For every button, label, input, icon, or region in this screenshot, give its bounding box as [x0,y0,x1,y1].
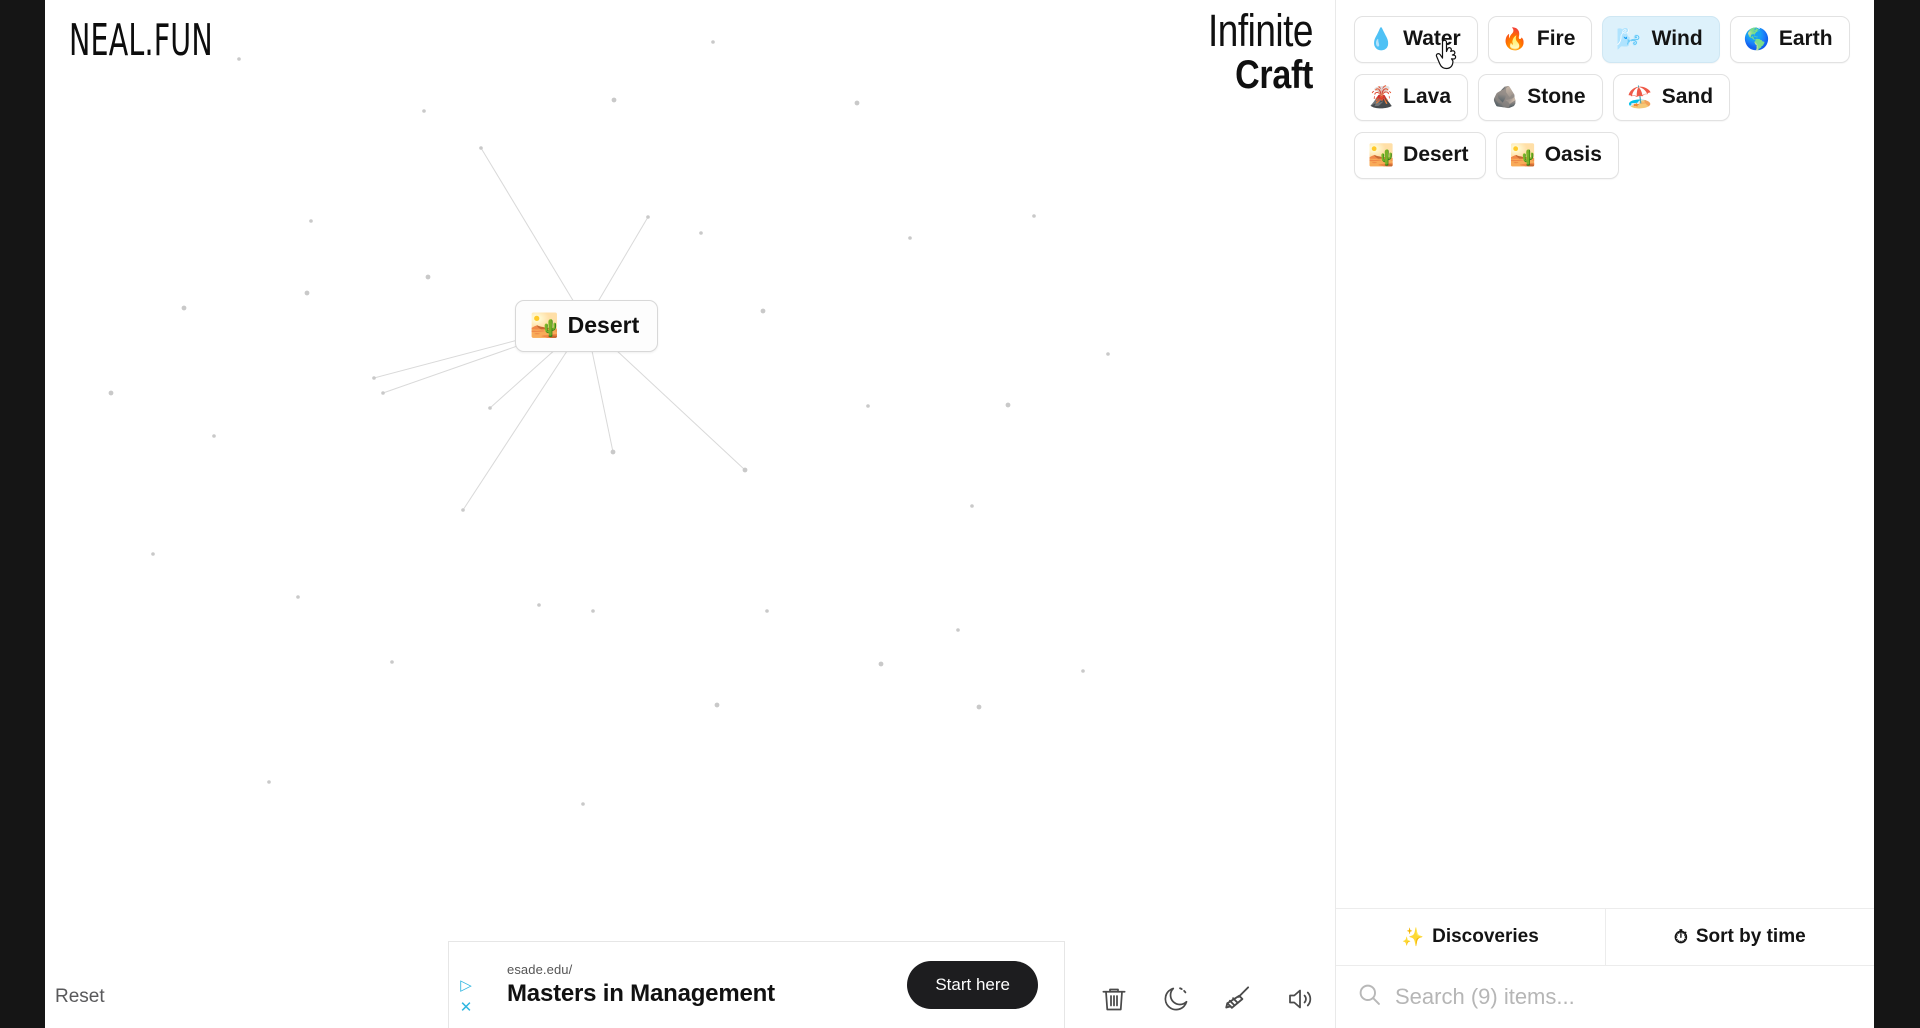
item-chip-oasis[interactable]: 🏜️ Oasis [1495,132,1619,179]
item-emoji-icon: 🏜️ [1368,143,1395,167]
app-viewport: NEAL.FUN Infinite Craft 🏜️ Desert Reset ▷… [45,0,1874,1028]
moon-icon[interactable] [1157,980,1195,1018]
item-emoji-icon: 🏖️ [1626,85,1653,109]
item-emoji-icon: 🌎 [1743,27,1770,51]
tab-sort-by-time[interactable]: ⏱ Sort by time [1604,909,1874,965]
item-chip-fire[interactable]: 🔥 Fire [1487,16,1593,63]
neal-fun-logo[interactable]: NEAL.FUN [69,14,213,65]
canvas-node-desert[interactable]: 🏜️ Desert [515,300,659,352]
search-input[interactable] [1395,984,1852,1010]
item-chip-label: Fire [1536,27,1576,50]
ad-url: esade.edu/ [507,962,573,977]
item-chip-label: Earth [1778,27,1833,50]
trash-icon[interactable] [1095,980,1133,1018]
canvas-connections [108,40,1110,806]
game-title-line2: Craft [1235,52,1313,98]
search-row [1336,966,1874,1028]
reset-button[interactable]: Reset [55,986,105,1008]
game-title: Infinite Craft [1207,5,1314,95]
item-chip-stone[interactable]: 🪨 Stone [1478,74,1603,121]
item-chip-label: Lava [1403,85,1452,108]
item-chip-label: Desert [1403,143,1469,166]
tab-sort-by-time-label: Sort by time [1695,926,1806,947]
item-chip-sand[interactable]: 🏖️ Sand [1612,74,1731,121]
item-emoji-icon: 🪨 [1492,85,1519,109]
item-emoji-icon: 🌬️ [1616,27,1643,51]
item-chip-water[interactable]: 💧 Water [1354,16,1478,63]
items-sidebar: 💧 Water 🔥 Fire 🌬️ Wind 🌎 Earth 🌋 Lava 🪨 Stone 🏖️ Sand… [1335,0,1874,1028]
crafting-canvas[interactable]: NEAL.FUN Infinite Craft 🏜️ Desert Reset ▷… [45,0,1335,1028]
item-emoji-icon: 💧 [1368,27,1395,51]
sparkles-icon: ✨ [1401,927,1425,947]
ad-play-icon[interactable]: ▷ [460,978,472,993]
item-chip-wind[interactable]: 🌬️ Wind [1602,16,1720,63]
item-chip-label: Stone [1527,85,1586,108]
game-title-line1: Infinite [1207,5,1314,56]
speaker-icon[interactable] [1281,980,1319,1018]
item-chip-lava[interactable]: 🌋 Lava [1354,74,1469,121]
tab-discoveries[interactable]: ✨ Discoveries [1336,909,1605,965]
ad-body: esade.edu/ Masters in Management [483,962,907,1008]
tab-discoveries-label: Discoveries [1432,926,1539,947]
item-chip-label: Sand [1661,85,1714,108]
item-chip-earth[interactable]: 🌎 Earth [1729,16,1850,63]
sidebar-tabs: ✨ Discoveries ⏱ Sort by time [1336,908,1874,966]
advertisement[interactable]: ▷ ✕ esade.edu/ Masters in Management Sta… [448,941,1065,1028]
canvas-toolbar [1095,980,1319,1018]
node-emoji-icon: 🏜️ [530,312,559,338]
ad-controls: ▷ ✕ [449,942,483,1028]
search-icon [1356,981,1383,1013]
stopwatch-icon: ⏱ [1673,927,1688,947]
item-chip-desert[interactable]: 🏜️ Desert [1354,132,1486,179]
item-chip-label: Oasis [1544,143,1602,166]
ad-close-icon[interactable]: ✕ [460,1000,473,1015]
item-chip-label: Wind [1651,27,1703,50]
item-emoji-icon: 🌋 [1368,85,1395,109]
item-chip-label: Water [1403,27,1461,50]
broom-icon[interactable] [1219,980,1257,1018]
ad-title: Masters in Management [507,980,775,1007]
node-label: Desert [567,312,640,338]
ad-cta-button[interactable]: Start here [907,961,1038,1009]
letterbox-frame: NEAL.FUN Infinite Craft 🏜️ Desert Reset ▷… [0,0,1920,1028]
item-list: 💧 Water 🔥 Fire 🌬️ Wind 🌎 Earth 🌋 Lava 🪨 Stone 🏖️ Sand… [1336,0,1874,908]
item-emoji-icon: 🔥 [1501,27,1528,51]
item-emoji-icon: 🏜️ [1509,143,1536,167]
